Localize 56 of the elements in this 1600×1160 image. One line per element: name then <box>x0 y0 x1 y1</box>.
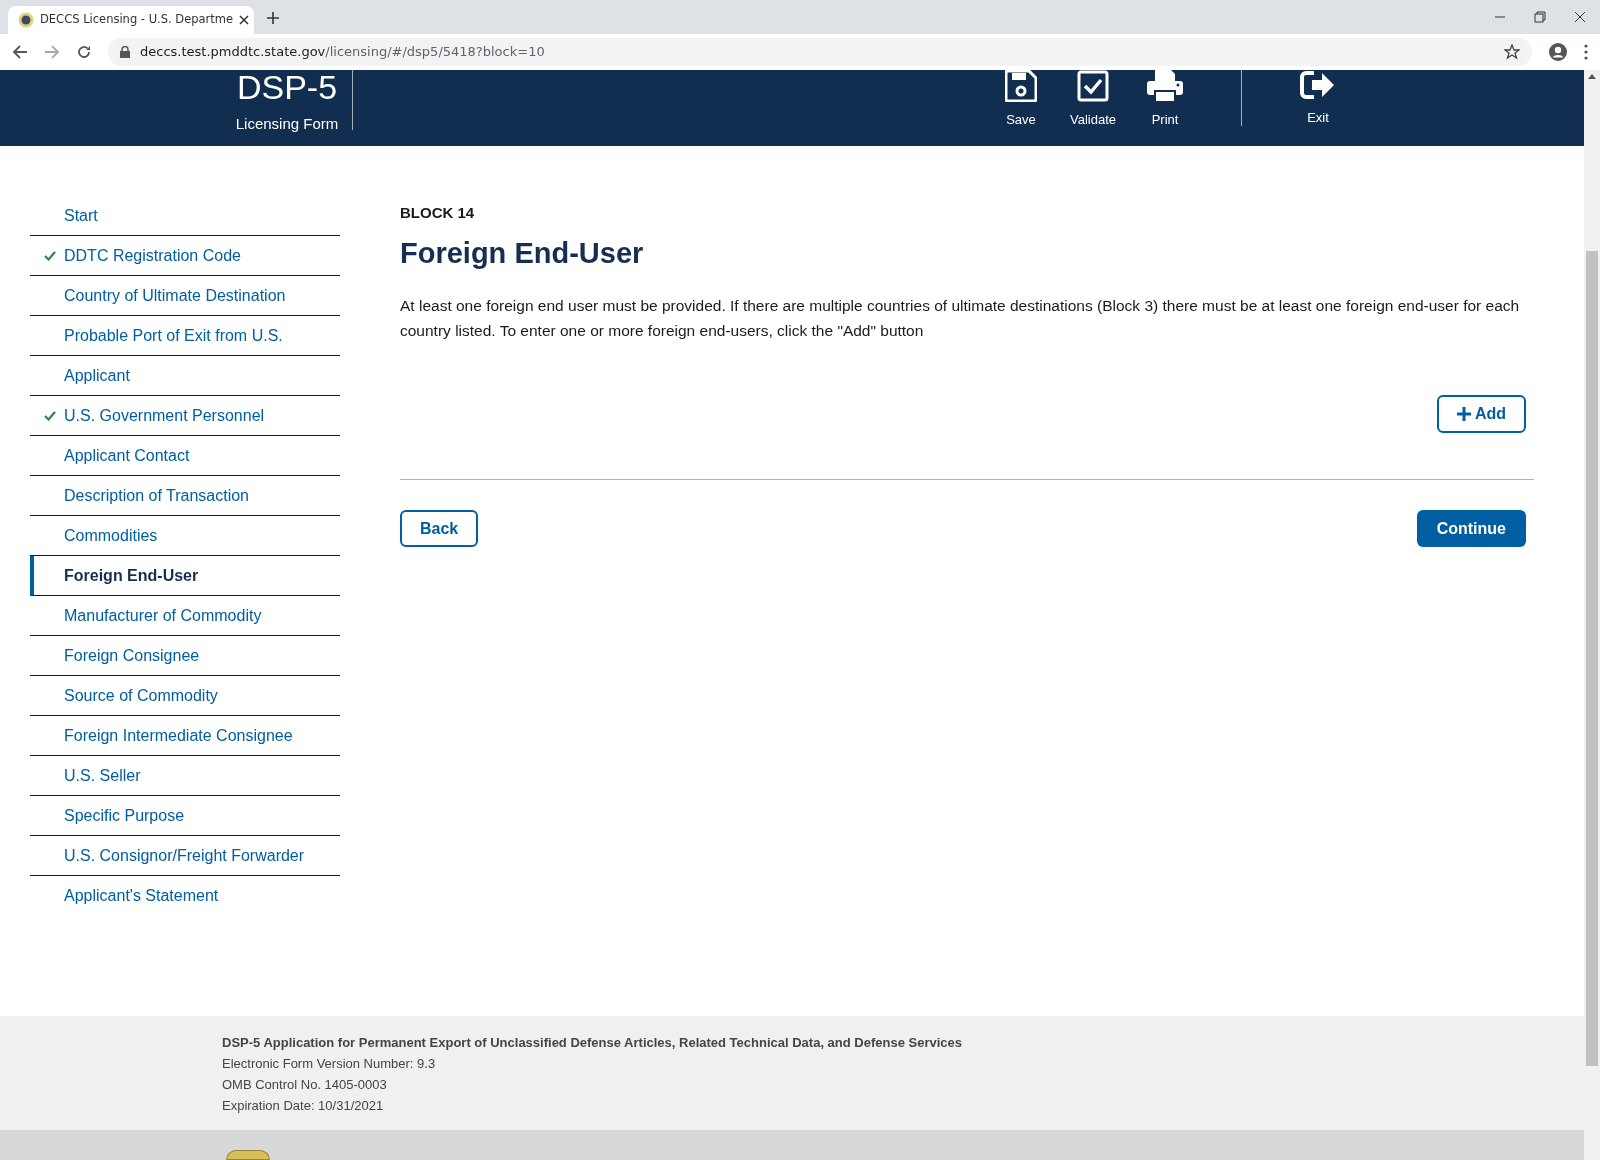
instruction-text: At least one foreign end user must be provided. If there are multiple countries of ultimate destinations (Block 3) there must be at least one foreign end-user for each country listed. To enter one or more foreign end-users, click the "Add" button <box>400 296 1521 341</box>
form-title: DSP-5 <box>236 70 338 104</box>
sidebar-nav-item[interactable]: DDTC Registration Code <box>30 236 340 276</box>
sidebar-nav-item[interactable]: Applicant <box>30 356 340 396</box>
url-text: deccs.test.pmddtc.state.gov/licensing/#/dsp5/5418?block=10 <box>140 43 545 62</box>
back-button[interactable]: Back <box>400 510 479 547</box>
bookmark-star-icon[interactable] <box>1504 44 1520 60</box>
continue-button[interactable]: Continue <box>1416 510 1526 547</box>
reload-icon[interactable] <box>76 44 92 60</box>
footer-title: DSP-5 Application for Permanent Export of Unclassified Defense Articles, Related Technical Data, and Defense Services <box>222 1034 964 1052</box>
menu-icon[interactable] <box>1584 44 1588 60</box>
block-label: BLOCK 14 <box>400 203 476 223</box>
address-bar[interactable]: deccs.test.pmddtc.state.gov/licensing/#/dsp5/5418?block=10 <box>108 38 1532 66</box>
sidebar-nav-item[interactable]: U.S. Consignor/Freight Forwarder <box>30 836 340 876</box>
profile-icon[interactable] <box>1548 42 1568 62</box>
sidebar-nav-item[interactable]: Foreign End-User <box>30 556 340 596</box>
sidebar-nav-item[interactable]: U.S. Government Personnel <box>30 396 340 436</box>
validate-button[interactable]: Validate <box>1057 70 1129 130</box>
tab-title: DECCS Licensing - U.S. Departme <box>40 11 234 29</box>
close-window-icon[interactable] <box>1574 11 1586 23</box>
plus-icon <box>1456 407 1471 421</box>
new-tab-icon[interactable] <box>266 11 280 25</box>
restore-icon[interactable] <box>1534 11 1546 23</box>
back-arrow-icon[interactable] <box>12 44 28 60</box>
footer-text: Expiration Date: 10/31/2021 <box>222 1097 385 1115</box>
sidebar-nav-item[interactable]: Description of Transaction <box>30 476 340 516</box>
sidebar-nav-item[interactable]: Start <box>30 196 340 236</box>
sidebar-nav-item[interactable]: Foreign Consignee <box>30 636 340 676</box>
close-tab-icon[interactable] <box>239 15 250 25</box>
sidebar-nav-item[interactable]: U.S. Seller <box>30 756 340 796</box>
exit-button[interactable]: Exit <box>1282 70 1354 128</box>
sidebar-nav-item[interactable]: Manufacturer of Commodity <box>30 596 340 636</box>
save-button[interactable]: Save <box>985 70 1057 130</box>
add-button[interactable]: Add <box>1436 395 1526 433</box>
page-heading: Foreign End-User <box>400 236 645 271</box>
sidebar-nav-item[interactable]: Commodities <box>30 516 340 556</box>
seal-icon <box>18 12 34 28</box>
footer-text: Electronic Form Version Number: 9.3 <box>222 1055 437 1073</box>
check-icon <box>44 250 56 261</box>
sidebar-nav-item[interactable]: Probable Port of Exit from U.S. <box>30 316 340 356</box>
seal-icon <box>226 1150 270 1160</box>
scrollbar[interactable] <box>1584 70 1600 1160</box>
sidebar-nav-item[interactable]: Country of Ultimate Destination <box>30 276 340 316</box>
check-icon <box>44 410 56 421</box>
lock-icon <box>120 46 130 58</box>
sidebar-nav-item[interactable]: Foreign Intermediate Consignee <box>30 716 340 756</box>
sidebar-nav-item[interactable]: Specific Purpose <box>30 796 340 836</box>
sidebar-nav-item[interactable]: Applicant Contact <box>30 436 340 476</box>
form-subtitle: Licensing Form <box>235 114 339 134</box>
sidebar-nav-item[interactable]: Source of Commodity <box>30 676 340 716</box>
sidebar-nav-item[interactable]: Applicant's Statement <box>30 876 340 916</box>
scroll-up-icon[interactable] <box>1588 74 1596 79</box>
print-button[interactable]: Print <box>1129 70 1201 130</box>
footer-text: OMB Control No. 1405-0003 <box>222 1076 388 1094</box>
scrollbar-thumb[interactable] <box>1586 251 1598 1066</box>
browser-tab[interactable]: DECCS Licensing - U.S. Departme <box>8 6 254 34</box>
